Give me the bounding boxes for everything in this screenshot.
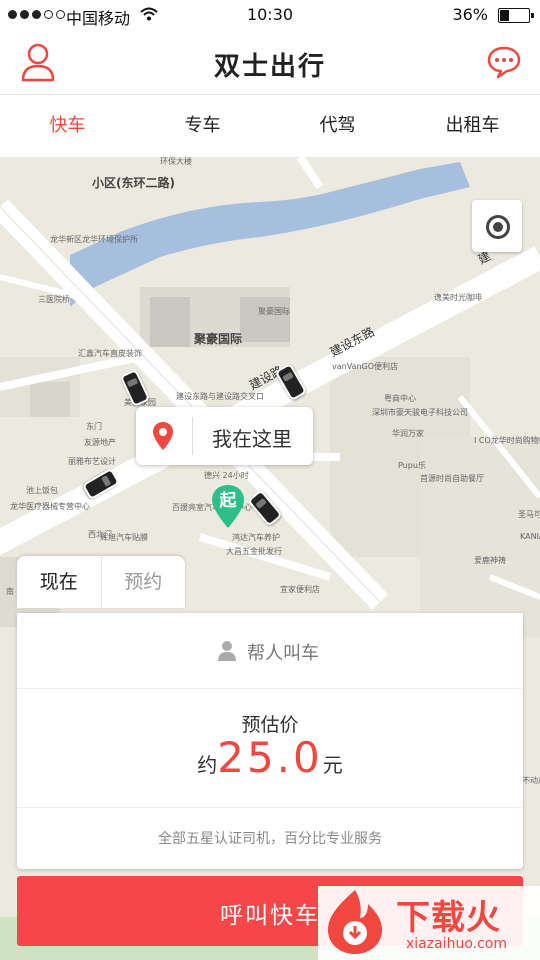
status-bar: 中国移动 10:30 36% bbox=[0, 0, 540, 30]
map-label: 宜家便利店 bbox=[280, 585, 320, 594]
map-label: 华润万家 bbox=[392, 429, 424, 438]
map-label: 深圳市豪天骏电子科技公司 bbox=[372, 408, 468, 417]
map-label: vanVanGO便利店 bbox=[332, 362, 399, 371]
booking-card: 帮人叫车 预估价 约25.0元 全部五星认证司机，百分比专业服务 bbox=[17, 613, 523, 869]
start-marker-label: 起 bbox=[219, 491, 237, 511]
map-label: 逸美时光咖啡 bbox=[434, 293, 482, 302]
map-label: 建设东路与建设路交叉口 bbox=[176, 392, 264, 401]
person-icon bbox=[218, 641, 236, 661]
map-label: 东门 bbox=[86, 422, 102, 431]
map-label: 友源地产 bbox=[84, 438, 116, 447]
tab-designated-driver[interactable]: 代驾 bbox=[270, 95, 405, 157]
app-header: 双士出行 bbox=[0, 30, 540, 95]
call-for-others-row[interactable]: 帮人叫车 bbox=[17, 613, 523, 689]
map-label: 大昌五金批发行 bbox=[226, 547, 282, 556]
service-tabs: 快车 专车 代驾 出租车 bbox=[0, 95, 540, 157]
map-label-building: 聚豪国际 bbox=[194, 332, 243, 346]
page-title: 双士出行 bbox=[213, 52, 326, 82]
map-label: Pupu乐 bbox=[398, 461, 426, 470]
price-value: 25.0 bbox=[217, 733, 323, 782]
map-label: 聚豪国际 bbox=[258, 307, 290, 316]
estimated-price: 约25.0元 bbox=[17, 733, 523, 782]
battery-percent: 36% bbox=[452, 5, 488, 24]
price-unit: 元 bbox=[322, 753, 343, 777]
map-label: 德兴 24小时 bbox=[204, 471, 249, 480]
reserve-option[interactable]: 预约 bbox=[102, 556, 186, 608]
map-label: 三医院桥 bbox=[38, 295, 70, 304]
battery-icon bbox=[498, 8, 534, 23]
now-option[interactable]: 现在 bbox=[17, 556, 102, 608]
locate-me-button[interactable] bbox=[472, 200, 522, 252]
map-label: 爱鹿神祷 bbox=[474, 556, 506, 565]
map-label: 辉旭汽车贴膜 bbox=[100, 533, 148, 542]
current-location-label: 我在这里 bbox=[212, 427, 292, 451]
time-mode-toggle: 现在 预约 bbox=[17, 556, 185, 608]
message-icon[interactable] bbox=[486, 44, 522, 80]
price-prefix: 约 bbox=[197, 753, 218, 777]
watermark-url: xiazaihuo.com bbox=[406, 936, 507, 952]
tab-premium[interactable]: 专车 bbox=[135, 95, 270, 157]
map-label: KANIA尼亚 bbox=[520, 532, 540, 541]
location-pin-icon bbox=[153, 422, 173, 450]
target-icon bbox=[486, 215, 510, 239]
map-label: 龙华新区龙华环境保护所 bbox=[50, 235, 138, 244]
watermark-name: 下载火 bbox=[396, 898, 501, 938]
map-label: I CO龙华时尚购物中心 bbox=[474, 436, 540, 445]
map-label: 丽雅布艺设计 bbox=[68, 457, 116, 466]
map-label: 首源时尚自助餐厅 bbox=[420, 474, 484, 483]
current-location-bubble[interactable]: 我在这里 bbox=[136, 407, 313, 465]
map-label: 龙华医疗器械专营中心 bbox=[10, 502, 90, 511]
map-label: 不动产服务 bbox=[522, 776, 540, 785]
map-label: 粤商中心 bbox=[384, 394, 416, 403]
start-point-marker: 起 bbox=[210, 484, 246, 530]
tab-express[interactable]: 快车 bbox=[0, 95, 135, 157]
map-label: 鸿达汽车养护 bbox=[232, 533, 280, 542]
call-for-others-label: 帮人叫车 bbox=[247, 643, 319, 664]
flame-logo-icon bbox=[328, 890, 382, 954]
watermark: 下载火 xiazaihuo.com bbox=[318, 886, 540, 960]
map-label: 南 bbox=[6, 587, 14, 596]
map-label: 汇鑫汽车直皮装饰 bbox=[78, 349, 142, 358]
divider bbox=[192, 417, 193, 455]
map-label: 环保大楼 bbox=[160, 157, 192, 166]
map-label-district: 小区(东环二路) bbox=[92, 176, 175, 190]
map-label: 圣马可 bbox=[518, 510, 540, 519]
service-note-row: 全部五星认证司机，百分比专业服务 bbox=[17, 807, 523, 870]
service-note: 全部五星认证司机，百分比专业服务 bbox=[158, 831, 382, 847]
tab-taxi[interactable]: 出租车 bbox=[405, 95, 540, 157]
map-label: 池上饭包 bbox=[26, 486, 58, 495]
